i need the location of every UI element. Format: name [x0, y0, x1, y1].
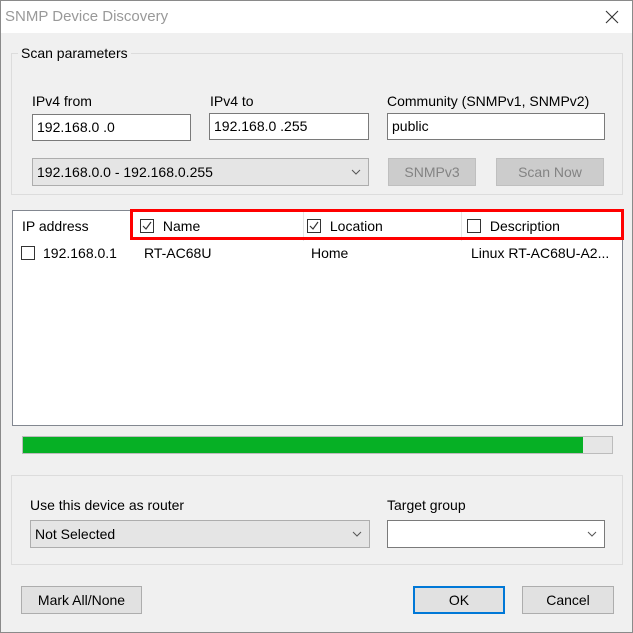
chevron-down-icon [351, 169, 361, 175]
ipv4-from-input[interactable]: 192.168.0 .0 [32, 114, 191, 141]
column-header-label: Description [489, 218, 560, 234]
table-row[interactable]: 192.168.0.1 RT-AC68U Home Linux RT-AC68U… [13, 241, 622, 265]
router-select-value: Not Selected [35, 526, 116, 542]
chevron-down-icon [352, 531, 362, 537]
scan-progress-bar [22, 436, 613, 454]
name-column-checkbox[interactable] [140, 219, 154, 233]
cell-name: RT-AC68U [144, 245, 212, 261]
scan-now-button[interactable]: Scan Now [496, 158, 604, 186]
target-group-select[interactable] [387, 520, 605, 548]
scan-progress-fill [23, 437, 583, 453]
ipv4-from-label: IPv4 from [32, 93, 92, 109]
cancel-button[interactable]: Cancel [522, 586, 614, 614]
close-button[interactable] [600, 5, 624, 29]
row-checkbox[interactable] [21, 246, 35, 260]
description-column-checkbox[interactable] [467, 219, 481, 233]
title-bar: SNMP Device Discovery [1, 1, 632, 33]
column-separator [303, 211, 304, 241]
snmp-discovery-dialog: SNMP Device Discovery Scan parameters IP… [0, 0, 633, 633]
mark-all-none-button[interactable]: Mark All/None [21, 586, 142, 614]
ip-range-select[interactable]: 192.168.0.0 - 192.168.0.255 [32, 158, 369, 186]
column-header-location[interactable]: Location [307, 211, 383, 241]
device-list[interactable]: IP address Name Location Description 192… [12, 210, 623, 426]
router-select[interactable]: Not Selected [30, 520, 370, 548]
snmpv3-button[interactable]: SNMPv3 [388, 158, 476, 186]
cell-description: Linux RT-AC68U-A2... [471, 245, 610, 261]
column-separator [461, 211, 462, 241]
target-group-label: Target group [387, 497, 466, 513]
close-icon [605, 10, 619, 24]
checkmark-icon [142, 221, 152, 230]
ipv4-to-input[interactable]: 192.168.0 .255 [209, 113, 369, 140]
column-header-ip-address[interactable]: IP address [22, 211, 89, 241]
column-header-label: IP address [22, 218, 89, 234]
ok-button[interactable]: OK [413, 586, 505, 614]
window-title: SNMP Device Discovery [5, 8, 169, 25]
ipv4-to-label: IPv4 to [210, 93, 254, 109]
ip-range-select-value: 192.168.0.0 - 192.168.0.255 [37, 164, 213, 180]
chevron-down-icon [587, 531, 597, 537]
checkmark-icon [309, 221, 319, 230]
router-label: Use this device as router [30, 497, 185, 513]
row-checkbox-cell[interactable] [21, 245, 35, 261]
column-header-label: Location [329, 218, 383, 234]
community-input[interactable]: public [387, 113, 605, 140]
cell-ip: 192.168.0.1 [43, 245, 117, 261]
column-header-name[interactable]: Name [140, 211, 200, 241]
column-header-label: Name [162, 218, 201, 234]
community-label: Community (SNMPv1, SNMPv2) [387, 93, 590, 109]
scan-parameters-legend: Scan parameters [18, 45, 131, 61]
location-column-checkbox[interactable] [307, 219, 321, 233]
column-header-description[interactable]: Description [467, 211, 560, 241]
cell-location: Home [311, 245, 349, 261]
